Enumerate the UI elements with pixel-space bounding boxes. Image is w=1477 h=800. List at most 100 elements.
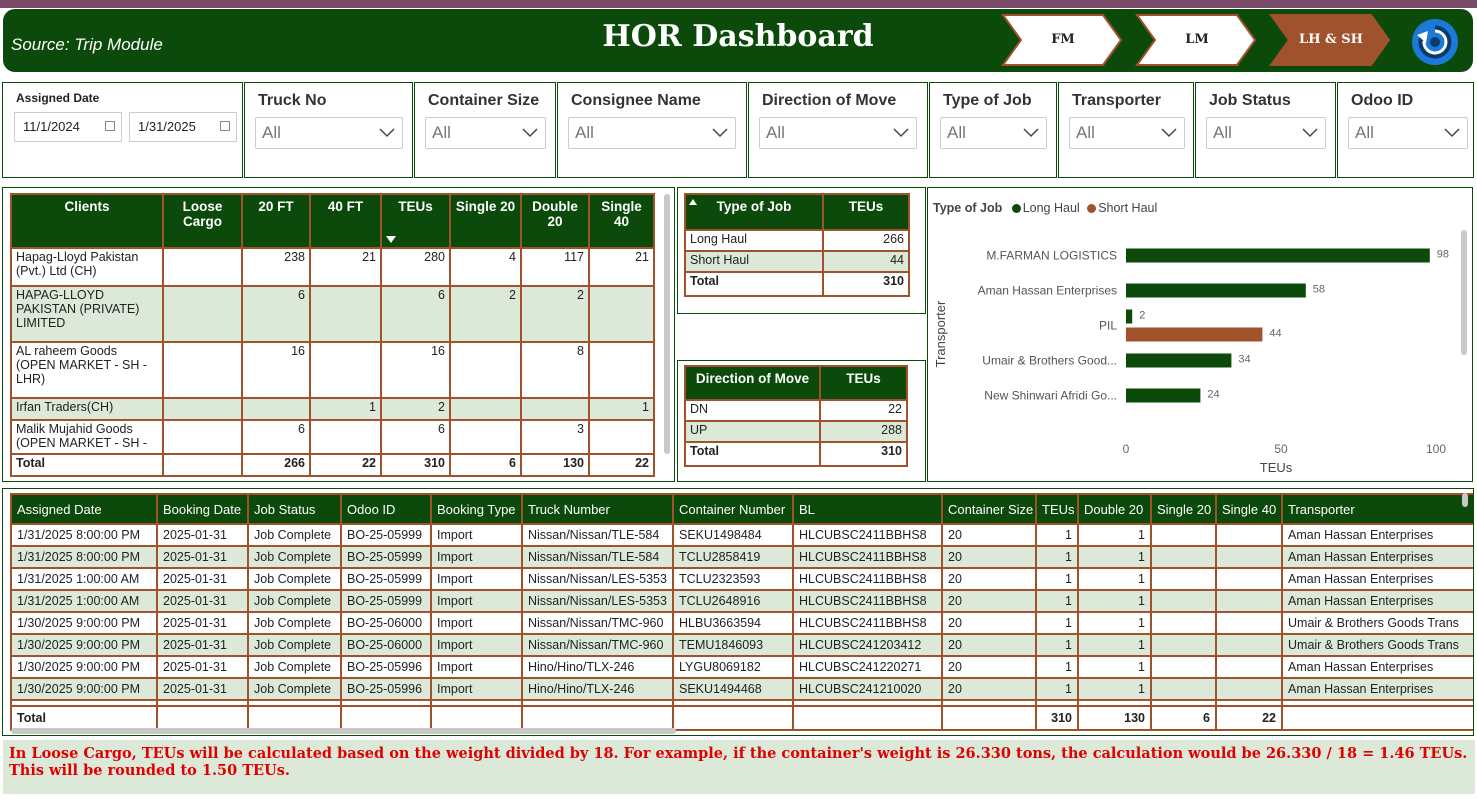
detail-col-header[interactable]: Single 20 [1150,493,1217,525]
detail-cell: 1 [1035,567,1079,591]
detail-cell: 2025-01-31 [156,633,249,657]
detail-cell: TEMU1846093 [672,633,794,657]
date-to-input[interactable]: 1/31/2025 [129,112,237,142]
bar-long-haul[interactable] [1126,353,1232,368]
detail-col-header[interactable]: Transporter [1281,493,1473,525]
table-row[interactable]: 1/31/2025 8:00:00 PM 2025-01-31 Job Comple… [10,545,1473,569]
direction-row[interactable]: DN 22 [684,399,908,422]
detail-col-header[interactable]: Truck Number [521,493,674,525]
detail-col-header[interactable]: Container Size [941,493,1037,525]
detail-table-hscrollbar[interactable] [11,728,676,734]
detail-cell: 1 [1077,523,1152,547]
table-row[interactable]: 1/30/2025 9:00:00 PM 2025-01-31 Job Comple… [10,677,1473,701]
clients-table-scrollbar[interactable] [664,194,670,454]
bar-long-haul[interactable] [1126,248,1430,263]
detail-col-header[interactable]: Double 20 [1077,493,1152,525]
detail-cell: Import [430,589,523,613]
nav-button-lm[interactable]: LM [1135,13,1259,67]
calendar-icon[interactable] [220,121,230,131]
col-header-direction-of-move[interactable]: Direction of Move [684,365,821,401]
total-cell: Total [684,271,824,297]
detail-col-header[interactable]: Job Status [247,493,342,525]
detail-cell [1150,589,1217,613]
type-of-job-row[interactable]: Long Haul 266 [684,229,910,252]
bar-long-haul[interactable] [1126,309,1133,324]
client-value-cell: 6 [380,285,451,343]
refresh-icon[interactable] [1409,17,1461,67]
col-header-double-20[interactable]: Double 20 [520,193,590,249]
detail-col-header[interactable]: Booking Type [430,493,523,525]
col-header-clients[interactable]: Clients [10,193,164,249]
direction-of-move-select[interactable]: All [759,117,917,149]
total-cell [521,705,674,731]
col-header-20ft[interactable]: 20 FT [241,193,311,249]
bar-long-haul[interactable] [1126,283,1306,298]
col-header-type-of-job[interactable]: Type of Job [684,193,824,231]
consignee-name-select[interactable]: All [568,117,736,149]
chart-scrollbar[interactable] [1461,230,1467,355]
detail-col-header[interactable]: Booking Date [156,493,249,525]
table-row[interactable]: 1/31/2025 1:00:00 AM 2025-01-31 Job Comple… [10,589,1473,613]
job-status-select[interactable]: All [1206,117,1326,149]
data-label: 58 [1313,284,1325,296]
detail-cell: Nissan/Nissan/TLE-584 [521,545,674,569]
detail-col-header[interactable]: Assigned Date [10,493,158,525]
detail-cell: Umair & Brothers Goods Trans [1281,611,1473,635]
col-header-teus[interactable]: TEUs [819,365,908,401]
col-header-single-20[interactable]: Single 20 [449,193,522,249]
detail-cell: 1/31/2025 1:00:00 AM [10,567,158,591]
col-header-40ft[interactable]: 40 FT [309,193,382,249]
trip-detail-panel: Assigned Date Booking Date Job Status Odoo … [2,488,1474,736]
detail-cell: 1/31/2025 8:00:00 PM [10,523,158,547]
total-cell [430,705,523,731]
value-cell: 288 [819,420,908,443]
type-of-job-row[interactable]: Short Haul 44 [684,250,910,273]
total-cell [247,705,342,731]
date-from-input[interactable]: 11/1/2024 [14,112,122,142]
detail-cell [1150,633,1217,657]
col-header-loose-cargo[interactable]: Loose Cargo [162,193,243,249]
col-header-single-40[interactable]: Single 40 [588,193,655,249]
detail-col-header[interactable]: Single 40 [1215,493,1283,525]
calendar-icon[interactable] [105,121,115,131]
odoo-id-select[interactable]: All [1348,117,1468,149]
nav-button-fm[interactable]: FM [1001,13,1125,67]
detail-col-header[interactable]: Odoo ID [340,493,432,525]
detail-table-vscrollbar[interactable] [1462,493,1468,507]
detail-col-header[interactable]: Container Number [672,493,794,525]
col-header-teus[interactable]: TEUs [380,193,451,249]
detail-col-header[interactable]: TEUs [1035,493,1079,525]
odoo-id-label: Odoo ID [1351,92,1414,109]
client-row[interactable]: Hapag-Lloyd Pakistan (Pvt.) Ltd (CH) 238 2… [10,247,655,287]
client-row[interactable]: Irfan Traders(CH) 1 2 1 [10,397,655,421]
truck-no-select[interactable]: All [255,117,403,149]
direction-row[interactable]: UP 288 [684,420,908,443]
transporter-select[interactable]: All [1069,117,1185,149]
client-value-cell [162,419,243,455]
col-header-teus[interactable]: TEUs [822,193,910,231]
detail-cell: 20 [941,677,1037,701]
client-value-cell: 21 [588,247,655,287]
table-row[interactable]: 1/30/2025 9:00:00 PM 2025-01-31 Job Comple… [10,633,1473,657]
job-status-label: Job Status [1209,92,1291,109]
table-row[interactable]: 1/31/2025 1:00:00 AM 2025-01-31 Job Comple… [10,567,1473,591]
bar-short-haul[interactable] [1126,327,1263,342]
category-label: PIL [1099,319,1117,333]
nav-button-lh-sh[interactable]: LH & SH [1269,13,1393,67]
detail-cell: Import [430,611,523,635]
table-row[interactable]: 1/30/2025 9:00:00 PM 2025-01-31 Job Comple… [10,611,1473,635]
bar-long-haul[interactable] [1126,388,1201,403]
table-row[interactable]: 1/30/2025 9:00:00 PM 2025-01-31 Job Comple… [10,655,1473,679]
container-size-select[interactable]: All [425,117,546,149]
consignee-name-label: Consignee Name [571,92,701,109]
type-of-job-select[interactable]: All [940,117,1047,149]
table-row[interactable]: 1/31/2025 8:00:00 PM 2025-01-31 Job Comple… [10,523,1473,547]
detail-cell: Nissan/Nissan/TLE-584 [521,523,674,547]
detail-col-header[interactable]: BL [792,493,943,525]
detail-cell: Job Complete [247,677,342,701]
truck-no-label: Truck No [258,92,327,109]
client-row[interactable]: HAPAG-LLOYD PAKISTAN (PRIVATE) LIMITED 6 6… [10,285,655,343]
client-row[interactable]: AL raheem Goods (OPEN MARKET - SH - LHR)… [10,341,655,399]
client-row[interactable]: Malik Mujahid Goods (OPEN MARKET - SH - 6… [10,419,655,455]
client-value-cell [162,285,243,343]
